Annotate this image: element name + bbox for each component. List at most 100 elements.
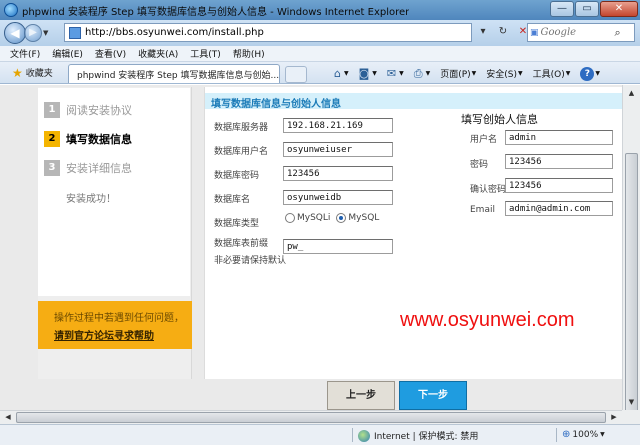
print-icon: ⎙ [413,66,423,80]
menu-bar: 文件(F) 编辑(E) 查看(V) 收藏夹(A) 工具(T) 帮助(H) [0,46,640,62]
menu-file[interactable]: 文件(F) [10,47,40,60]
search-input[interactable] [540,27,615,38]
db-server-input[interactable] [283,118,393,133]
forward-icon[interactable]: ▶ [24,24,42,42]
menu-favorites[interactable]: 收藏夹(A) [138,47,178,60]
page-icon [69,26,81,39]
step-list: 1 阅读安装协议 2 填写数据信息 3 安装详细信息 安装成功！ [38,88,190,296]
page-viewport: 1 阅读安装协议 2 填写数据信息 3 安装详细信息 安装成功！ 操作过程中若遇… [0,85,622,410]
zoom-level: 100% [572,429,599,440]
forum-help-link[interactable]: 请到官方论坛寻求帮助 [54,327,188,342]
step-number: 3 [44,160,60,176]
db-name-input[interactable] [283,190,393,205]
dropdown-icon[interactable]: ▾ [474,24,492,41]
navigation-bar: ◀ ▶ ▼ http://bbs.osyunwei.com/install.ph… [0,20,640,46]
scroll-right-icon[interactable]: ▶ [607,411,621,424]
next-step-button[interactable]: 下一步 [399,381,467,410]
scrollbar-corner [622,410,640,424]
step-number: 1 [44,102,60,118]
star-icon: ★ [12,65,23,80]
address-actions: ▾ ↻ ✕ [474,24,532,41]
admin-section-title: 填写创始人信息 [461,113,538,126]
tab-install[interactable]: phpwind 安装程序 Step 填写数据库信息与创始... [68,64,280,83]
radio-mysql[interactable] [336,213,347,223]
mail-button[interactable]: ✉ ▼ [387,67,404,80]
close-button[interactable]: ✕ [600,1,638,17]
menu-view[interactable]: 查看(V) [95,47,126,60]
db-type-radios: MySQLi MySQL [285,213,385,223]
step-label: 安装详细信息 [66,162,132,175]
db-name-label: 数据库名 [214,195,251,205]
minimize-button[interactable]: — [550,1,574,17]
admin-email-input[interactable] [505,201,613,216]
step-number: 2 [44,131,60,147]
feeds-button[interactable]: ◙ ▼ [359,67,377,80]
horizontal-scrollbar[interactable]: ◀ ▶ [0,410,622,424]
admin-confirm-input[interactable] [505,178,613,193]
search-provider-icon[interactable]: ▣ [530,28,539,38]
print-button[interactable]: ⎙ ▼ [414,67,430,81]
help-text: 操作过程中若遇到任何问题， [54,313,184,324]
horizontal-scroll-thumb[interactable] [16,412,606,423]
home-icon: ⌂ [334,67,341,80]
zoom-dropdown-icon[interactable]: ▼ [600,431,605,438]
scroll-down-icon[interactable]: ▼ [625,395,638,409]
step-label: 安装成功！ [66,193,116,205]
prev-step-button[interactable]: 上一步 [327,381,395,410]
scroll-up-icon[interactable]: ▲ [625,86,638,100]
step-3: 3 安装详细信息 [44,160,132,176]
site-watermark: www.osyunwei.com [400,309,575,331]
help-button[interactable]: ? ▼ [580,66,600,81]
admin-confirm-label: 确认密码 [470,185,507,195]
db-prefix-label: 数据库表前缀 [214,239,269,249]
vertical-scroll-thumb[interactable] [625,153,638,429]
tab-bar: ★ 收藏夹 phpwind 安装程序 Step 填写数据库信息与创始... ⌂ ▼… [0,62,640,84]
radio-mysql-label: MySQL [348,213,380,223]
menu-edit[interactable]: 编辑(E) [52,47,83,60]
new-tab-button[interactable] [285,66,307,83]
menu-tools[interactable]: 工具(T) [190,47,221,60]
address-input[interactable]: http://bbs.osyunwei.com/install.php [64,23,472,42]
back-icon[interactable]: ◀ [4,22,26,44]
radio-mysqli[interactable] [285,213,295,223]
command-bar: ⌂ ▼ ◙ ▼ ✉ ▼ ⎙ ▼ 页面(P) ▼ 安全(S) ▼ 工具(O) ▼ ? ▼ [334,64,610,83]
step-4: 安装成功！ [44,189,116,205]
zoom-control[interactable]: ⊕ 100% ▼ [562,429,605,440]
admin-username-label: 用户名 [470,135,498,145]
db-server-label: 数据库服务器 [214,123,269,133]
maximize-button[interactable]: ▭ [575,1,599,17]
db-password-input[interactable] [283,166,393,181]
help-box: 操作过程中若遇到任何问题， 请到官方论坛寻求帮助 [38,301,192,349]
step-label: 填写数据信息 [66,133,132,146]
db-prefix-hint: 非必要请保持默认 [214,256,287,266]
menu-help[interactable]: 帮助(H) [233,47,265,60]
internet-zone-icon [358,429,370,442]
favorites-button[interactable]: ★ 收藏夹 [12,66,53,80]
form-pane: 填写数据库信息与创始人信息 数据库服务器 数据库用户名 数据库密码 数据库名 数… [204,87,622,379]
admin-password-input[interactable] [505,154,613,169]
radio-mysqli-label: MySQLi [297,213,331,223]
admin-password-label: 密码 [470,160,489,170]
address-url[interactable]: http://bbs.osyunwei.com/install.php [85,27,264,38]
vertical-scrollbar[interactable]: ▲ ▼ [622,85,640,429]
page-menu[interactable]: 页面(P) ▼ [440,67,476,80]
scroll-left-icon[interactable]: ◀ [1,411,15,424]
refresh-icon[interactable]: ↻ [494,24,512,41]
step-1: 1 阅读安装协议 [44,102,132,118]
security-zone[interactable]: Internet | 保护模式: 禁用 [358,429,478,442]
admin-username-input[interactable] [505,130,613,145]
search-icon[interactable]: ⌕ [615,26,621,40]
history-dropdown-icon[interactable]: ▼ [43,29,53,37]
section-title: 填写数据库信息与创始人信息 [211,99,341,110]
section-header: 填写数据库信息与创始人信息 [205,93,622,110]
db-prefix-input[interactable] [283,239,393,254]
db-user-input[interactable] [283,142,393,157]
step-2: 2 填写数据信息 [44,131,132,147]
help-icon: ? [580,66,595,81]
home-button[interactable]: ⌂ ▼ [334,67,349,80]
safety-menu[interactable]: 安全(S) ▼ [486,67,522,80]
tools-menu[interactable]: 工具(O) ▼ [533,67,571,80]
search-box[interactable]: ▣ ⌕ [527,23,635,42]
db-user-label: 数据库用户名 [214,147,269,157]
step-label: 阅读安装协议 [66,104,132,117]
